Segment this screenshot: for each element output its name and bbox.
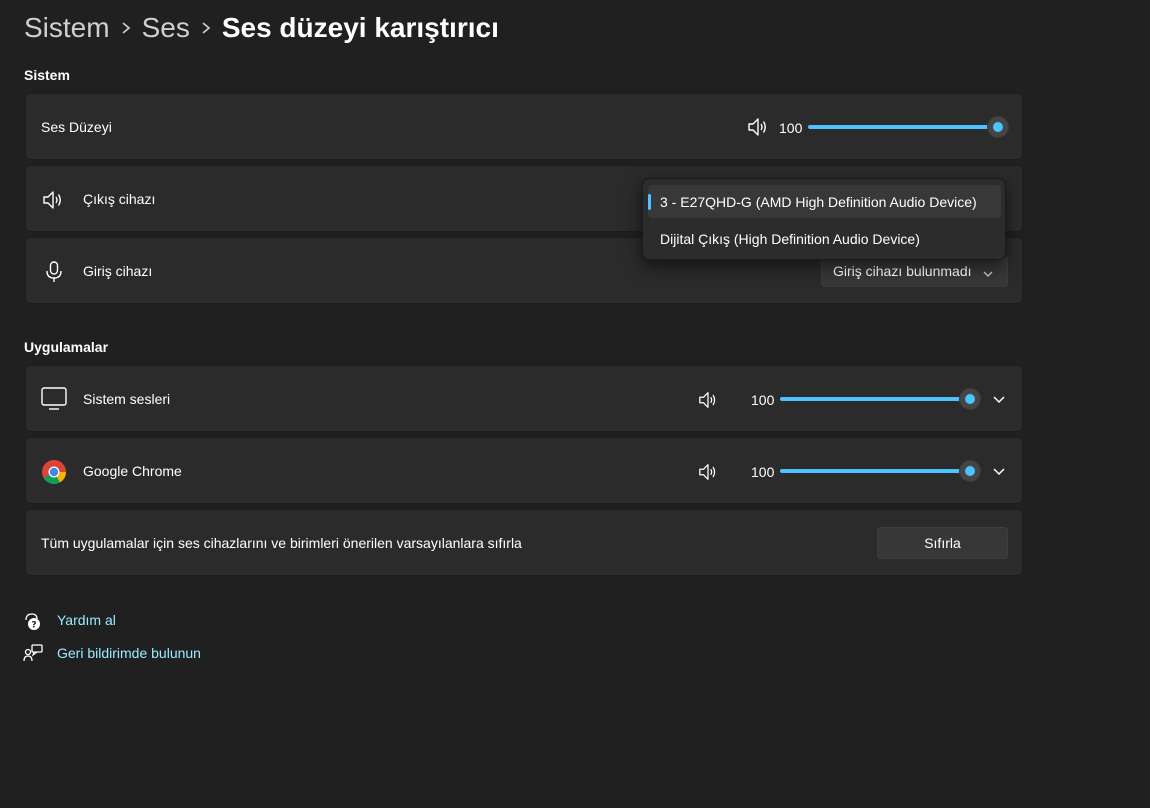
slider-thumb[interactable] <box>959 388 981 410</box>
app-volume-value: 100 <box>751 392 775 408</box>
page-title: Ses düzeyi karıştırıcı <box>221 12 499 43</box>
monitor-icon <box>41 387 67 416</box>
master-volume-value: 100 <box>779 120 803 136</box>
output-device-label: Çıkış cihazı <box>83 191 156 207</box>
app-name: Google Chrome <box>83 463 182 479</box>
breadcrumb-ses[interactable]: Ses <box>142 12 190 44</box>
help-icon: ? <box>23 611 43 636</box>
reset-button[interactable]: Sıfırla <box>877 527 1008 559</box>
chevron-down-icon <box>983 266 993 282</box>
master-volume-slider[interactable] <box>808 116 1009 138</box>
speaker-icon[interactable] <box>747 116 769 143</box>
app-name: Sistem sesleri <box>83 391 171 407</box>
reset-description: Tüm uygulamalar için ses cihazlarını ve … <box>41 535 522 551</box>
master-volume-label: Ses Düzeyi <box>41 119 112 135</box>
input-device-label: Giriş cihazı <box>83 263 153 279</box>
input-device-selected: Giriş cihazı bulunmadı <box>833 263 972 279</box>
slider-thumb[interactable] <box>987 116 1009 138</box>
chrome-icon <box>41 459 67 490</box>
svg-text:?: ? <box>31 621 36 631</box>
microphone-icon <box>45 261 63 288</box>
slider-fill <box>780 469 970 473</box>
app-volume-value: 100 <box>751 464 775 480</box>
speaker-icon <box>42 189 64 216</box>
help-link[interactable]: Yardım al <box>57 612 116 628</box>
output-device-option-label: Dijital Çıkış (High Definition Audio Dev… <box>660 230 920 247</box>
app-card-chrome[interactable]: Google Chrome 100 <box>25 437 1023 504</box>
app-volume-slider[interactable] <box>780 388 981 410</box>
output-device-option-label: 3 - E27QHD-G (AMD High Definition Audio … <box>660 193 977 210</box>
speaker-icon[interactable] <box>698 390 718 415</box>
chevron-down-icon[interactable] <box>992 393 1006 411</box>
feedback-link[interactable]: Geri bildirimde bulunun <box>57 645 201 661</box>
output-device-option[interactable]: Dijital Çıkış (High Definition Audio Dev… <box>648 222 1001 255</box>
chevron-right-icon <box>110 17 142 40</box>
selection-indicator <box>648 194 651 210</box>
reset-card: Tüm uygulamalar için ses cihazlarını ve … <box>25 509 1023 576</box>
breadcrumb: Sistem Ses Ses düzeyi karıştırıcı <box>24 10 499 46</box>
slider-fill <box>808 125 998 129</box>
app-volume-slider[interactable] <box>780 460 981 482</box>
section-title-sistem: Sistem <box>24 67 70 83</box>
section-title-uygulamalar: Uygulamalar <box>24 339 109 355</box>
feedback-icon <box>23 643 43 668</box>
chevron-right-icon <box>190 17 222 40</box>
speaker-icon[interactable] <box>698 462 718 487</box>
output-device-option[interactable]: 3 - E27QHD-G (AMD High Definition Audio … <box>648 185 1001 218</box>
output-device-dropdown: 3 - E27QHD-G (AMD High Definition Audio … <box>642 178 1006 260</box>
slider-thumb[interactable] <box>959 460 981 482</box>
slider-fill <box>780 397 970 401</box>
app-card-system-sounds[interactable]: Sistem sesleri 100 <box>25 365 1023 432</box>
chevron-down-icon[interactable] <box>992 465 1006 483</box>
breadcrumb-sistem[interactable]: Sistem <box>24 12 110 44</box>
master-volume-card: Ses Düzeyi 100 <box>25 93 1023 160</box>
